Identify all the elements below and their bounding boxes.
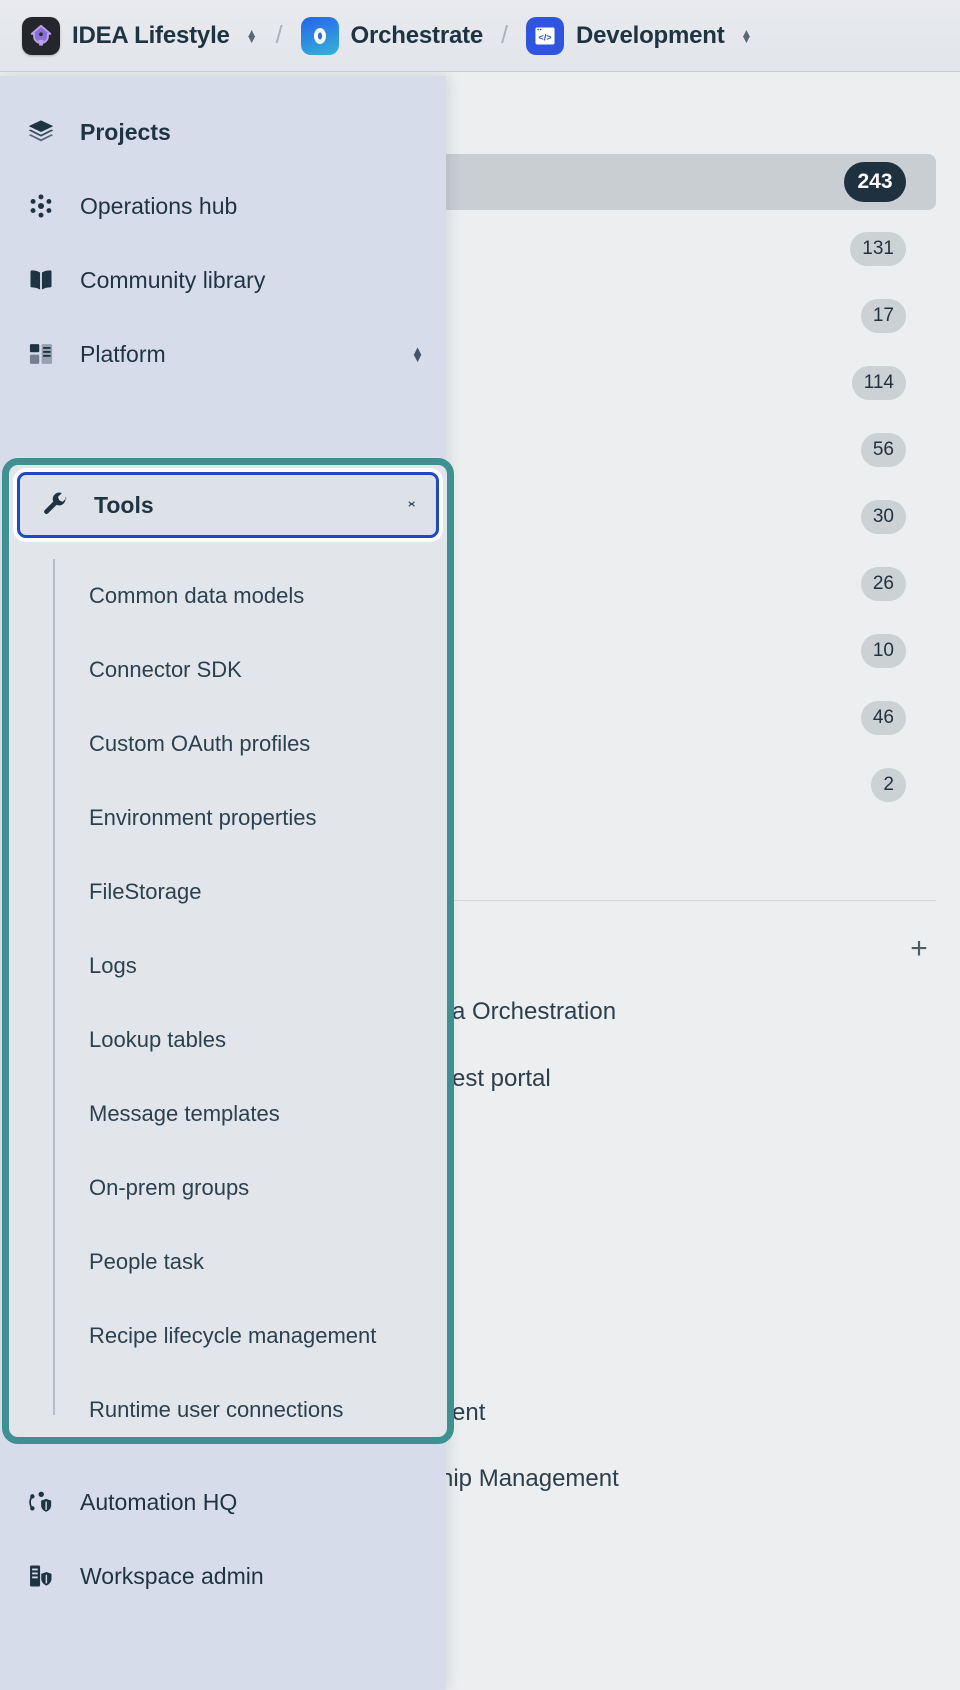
sidebar-group-tools: Tools ⌄ ⌃ Common data models Connector SD… <box>2 458 454 1444</box>
status-badge: 26 <box>860 567 906 601</box>
status-badge: 2 <box>871 768 906 802</box>
sidebar-item-label: Community library <box>80 266 266 293</box>
sidebar-subitem-filestorage[interactable]: FileStorage <box>89 855 439 929</box>
sidebar: Projects Operations hub Community librar… <box>0 76 454 1690</box>
sidebar-item-automation-hq[interactable]: Automation HQ <box>0 1474 446 1530</box>
svg-text:</>: </> <box>538 32 551 42</box>
sidebar-subitem-custom-oauth-profiles[interactable]: Custom OAuth profiles <box>89 707 439 781</box>
sidebar-subitem-recipe-lifecycle-management[interactable]: Recipe lifecycle management <box>89 1299 439 1373</box>
breadcrumb-item-environment[interactable]: </> Development ▲ ▼ <box>526 16 753 55</box>
sidebar-subitem-lookup-tables[interactable]: Lookup tables <box>89 1003 439 1077</box>
asterisk-node-icon <box>26 191 56 221</box>
sidebar-item-tools[interactable]: Tools ⌄ ⌃ <box>17 472 439 538</box>
breadcrumb-label: IDEA Lifestyle <box>72 21 230 49</box>
sidebar-item-projects[interactable]: Projects <box>0 104 446 160</box>
orchestrate-icon <box>300 16 339 55</box>
automation-shield-icon <box>26 1487 56 1517</box>
sidebar-item-label: Operations hub <box>80 192 238 219</box>
wrench-icon <box>40 490 70 520</box>
status-badge: 56 <box>860 433 906 467</box>
add-icon[interactable]: + <box>902 934 936 968</box>
sidebar-subitem-on-prem-groups[interactable]: On-prem groups <box>89 1151 439 1225</box>
sidebar-item-operations-hub[interactable]: Operations hub <box>0 178 446 234</box>
book-icon <box>26 265 56 295</box>
breadcrumb-label: Development <box>576 21 725 49</box>
breadcrumb-separator: / <box>275 21 283 49</box>
section-divider <box>440 900 936 901</box>
breadcrumb-separator: / <box>501 21 509 49</box>
status-badge: 131 <box>850 232 906 266</box>
status-badge: 114 <box>851 366 906 400</box>
breadcrumb-item-product[interactable]: Orchestrate <box>300 16 484 55</box>
list-item[interactable]: est portal <box>452 1065 551 1093</box>
chevron-updown-icon[interactable]: ▲ ▼ <box>246 27 258 45</box>
status-badge: 30 <box>860 500 906 534</box>
list-item[interactable]: ent <box>452 1399 485 1427</box>
sidebar-subitem-people-task[interactable]: People task <box>89 1225 439 1299</box>
sidebar-item-label: Workspace admin <box>80 1562 264 1589</box>
status-badge: 10 <box>860 634 906 668</box>
list-item[interactable]: a Orchestration <box>452 998 616 1026</box>
breadcrumb: IDEA Lifestyle ▲ ▼ / Orchestrate / </> D… <box>0 0 960 72</box>
layers-icon <box>26 117 56 147</box>
list-item[interactable]: nip Management <box>440 1465 619 1493</box>
chevron-updown-icon[interactable]: ▲ ▼ <box>741 27 753 45</box>
status-badge: 243 <box>844 162 906 202</box>
app-root: 243 131 17 114 56 30 26 10 46 2 + a Orch… <box>0 0 960 1690</box>
sidebar-subitem-logs[interactable]: Logs <box>89 929 439 1003</box>
sidebar-subitem-common-data-models[interactable]: Common data models <box>89 559 439 633</box>
status-badge: 46 <box>860 701 906 735</box>
sidebar-subitem-environment-properties[interactable]: Environment properties <box>89 781 439 855</box>
breadcrumb-item-workspace[interactable]: IDEA Lifestyle ▲ ▼ <box>22 16 258 55</box>
breadcrumb-label: Orchestrate <box>350 21 484 49</box>
code-window-icon: </> <box>526 16 565 55</box>
sidebar-subitem-runtime-user-connections[interactable]: Runtime user connections <box>89 1373 439 1447</box>
chevron-expand-icon[interactable]: ▲ ▼ <box>411 344 424 364</box>
sidebar-item-label: Platform <box>80 340 166 367</box>
workspace-admin-icon <box>26 1561 56 1591</box>
sidebar-item-workspace-admin[interactable]: Workspace admin <box>0 1548 446 1604</box>
collapse-chevrons-icon[interactable]: ⌄ ⌃ <box>405 493 418 517</box>
sidebar-subitem-message-templates[interactable]: Message templates <box>89 1077 439 1151</box>
sidebar-subnav-tools: Common data models Connector SDK Custom … <box>53 559 439 1422</box>
sidebar-item-community-library[interactable]: Community library <box>0 252 446 308</box>
sidebar-subitem-connector-sdk[interactable]: Connector SDK <box>89 633 439 707</box>
sidebar-item-label: Tools <box>94 491 154 518</box>
dashboard-icon <box>26 339 56 369</box>
sidebar-item-label: Projects <box>80 118 171 145</box>
sidebar-item-label: Automation HQ <box>80 1488 238 1515</box>
status-badge: 17 <box>860 299 906 333</box>
sidebar-item-platform[interactable]: Platform ▲ ▼ <box>0 326 446 382</box>
lightbulb-house-icon <box>22 16 60 55</box>
